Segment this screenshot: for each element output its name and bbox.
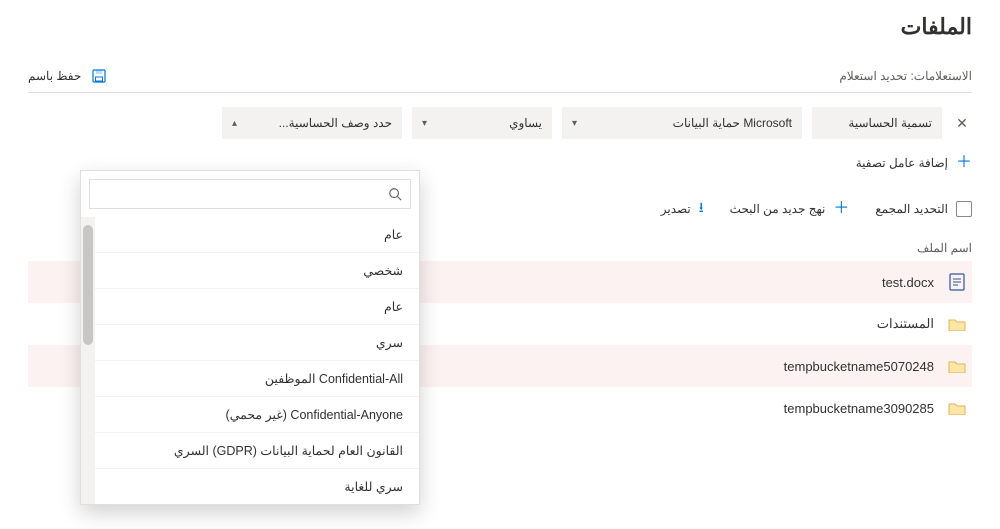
new-policy-button[interactable]: ＋ نهج جديد من البحث	[730, 201, 850, 217]
dropdown-option[interactable]: Confidential-All الموظفين	[81, 361, 419, 397]
chevron-up-icon: ▴	[232, 118, 237, 129]
select-all-label: التحديد المجمع	[875, 202, 948, 216]
filter-row: ✕ تسمية الحساسية Microsoft حماية البيانا…	[28, 107, 972, 139]
filter-operator-label: يساوي	[509, 116, 542, 130]
dropdown-option[interactable]: شخصي	[81, 253, 419, 289]
checkbox-icon	[956, 201, 972, 217]
filter-operator-select[interactable]: يساوي ▾	[412, 107, 552, 139]
scrollbar-thumb[interactable]	[83, 225, 93, 345]
file-name: المستندات	[877, 316, 934, 332]
new-policy-label: نهج جديد من البحث	[730, 202, 826, 216]
add-filter-label: إضافة عامل تصفية	[856, 156, 948, 170]
file-name: tempbucketname5070248	[784, 359, 934, 374]
dropdown-option[interactable]: عام	[81, 289, 419, 325]
folder-icon	[948, 357, 966, 375]
plus-icon: ＋	[833, 201, 849, 217]
dropdown-option[interactable]: سري للغاية	[81, 469, 419, 504]
add-filter-button[interactable]: ＋ إضافة عامل تصفية	[28, 155, 972, 171]
file-name: test.docx	[882, 275, 934, 290]
dropdown-option[interactable]: Confidential-Anyone (غير محمي)	[81, 397, 419, 433]
folder-icon	[948, 399, 966, 417]
page-title: الملفات	[28, 14, 972, 40]
remove-filter-button[interactable]: ✕	[952, 113, 972, 133]
export-label: تصدير	[661, 202, 691, 216]
chevron-down-icon: ▾	[572, 118, 577, 129]
file-name: tempbucketname3090285	[784, 401, 934, 416]
filter-source-select[interactable]: Microsoft حماية البيانات ▾	[562, 107, 802, 139]
filter-field-label: تسمية الحساسية	[848, 116, 932, 130]
select-all-toggle[interactable]: التحديد المجمع	[875, 201, 972, 217]
dropdown-list: عامشخصيعامسريConfidential-All الموظفينCo…	[81, 217, 419, 504]
filter-value-select[interactable]: حدد وصف الحساسية... ▴	[222, 107, 402, 139]
chevron-down-icon: ▾	[422, 118, 427, 129]
filter-value-label: حدد وصف الحساسية...	[279, 116, 392, 130]
export-button[interactable]: ⭳ تصدير	[661, 197, 704, 221]
filter-source-label: Microsoft حماية البيانات	[673, 116, 792, 130]
plus-icon: ＋	[956, 155, 972, 171]
queries-bar: الاستعلامات: تحديد استعلام حفظ باسم	[28, 68, 972, 93]
save-as-button[interactable]: حفظ باسم	[28, 69, 81, 83]
dropdown-search[interactable]	[89, 179, 411, 209]
filter-field-select[interactable]: تسمية الحساسية	[812, 107, 942, 139]
download-icon: ⭳	[699, 197, 704, 221]
dropdown-option[interactable]: القانون العام لحماية البيانات (GDPR) الس…	[81, 433, 419, 469]
sensitivity-dropdown: عامشخصيعامسريConfidential-All الموظفينCo…	[80, 170, 420, 505]
search-icon	[388, 187, 402, 201]
dropdown-option[interactable]: سري	[81, 325, 419, 361]
document-icon	[948, 273, 966, 291]
queries-label: الاستعلامات: تحديد استعلام	[839, 69, 972, 83]
save-icon[interactable]	[91, 68, 107, 84]
folder-icon	[948, 315, 966, 333]
dropdown-search-input[interactable]	[98, 186, 380, 202]
dropdown-option[interactable]: عام	[81, 217, 419, 253]
dropdown-scrollbar[interactable]	[81, 217, 95, 504]
